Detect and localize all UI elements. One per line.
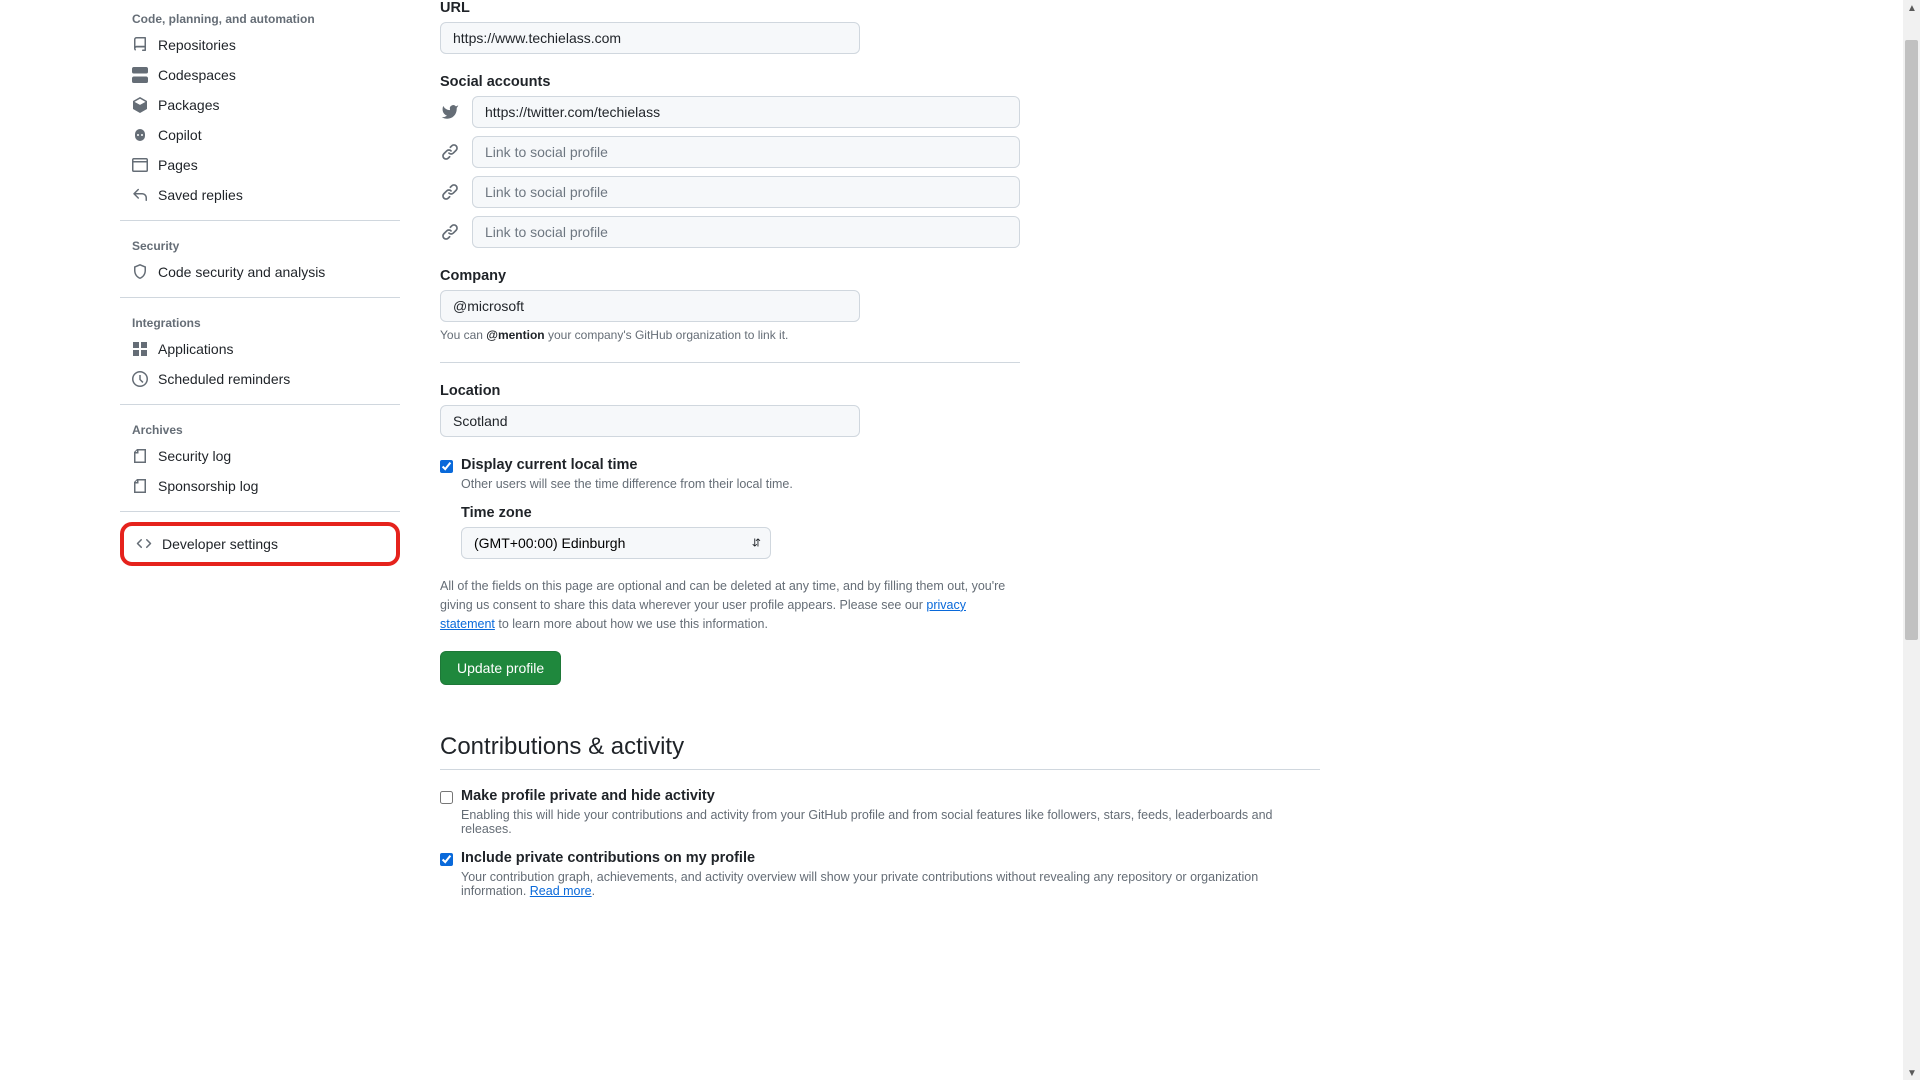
sidebar-item-label: Code security and analysis [158,264,325,280]
timezone-field-group: Time zone (GMT+00:00) Edinburgh ⇵ [461,505,1320,559]
company-field-group: Company You can @mention your company's … [440,268,1320,342]
update-profile-button[interactable]: Update profile [440,651,561,685]
scroll-up-icon[interactable]: ▲ [1907,3,1916,12]
link-icon [440,142,460,162]
url-label: URL [440,0,1320,16]
include-private-label[interactable]: Include private contributions on my prof… [461,850,755,866]
social-field-group: Social accounts [440,74,1320,248]
codespaces-icon [132,67,148,83]
sidebar-item-label: Scheduled reminders [158,371,290,387]
include-private-desc: Your contribution graph, achievements, a… [461,870,1320,898]
sidebar-item-label: Sponsorship log [158,478,258,494]
url-field-group: URL [440,0,1320,54]
company-input[interactable] [440,290,860,322]
sidebar-item-label: Saved replies [158,187,243,203]
social-label: Social accounts [440,74,1320,90]
sidebar-item-pages[interactable]: Pages [120,150,400,180]
include-private-check-row: Include private contributions on my prof… [440,850,1320,866]
sidebar-section-archives: Archives [120,415,400,441]
private-profile-desc: Enabling this will hide your contributio… [461,808,1320,836]
sidebar-item-copilot[interactable]: Copilot [120,120,400,150]
log-icon [132,478,148,494]
sidebar-item-label: Packages [158,97,219,113]
sidebar-divider [120,404,400,405]
repo-icon [132,37,148,53]
localtime-check-label[interactable]: Display current local time [461,457,637,473]
contributions-title: Contributions & activity [440,733,1320,761]
timezone-select[interactable]: (GMT+00:00) Edinburgh [461,527,771,559]
sidebar-item-security-log[interactable]: Security log [120,441,400,471]
package-icon [132,97,148,113]
sidebar-item-label: Security log [158,448,231,464]
sidebar-divider [120,511,400,512]
location-field-group: Location [440,383,1320,437]
sidebar-section-integrations: Integrations [120,308,400,334]
sidebar-item-label: Applications [158,341,234,357]
sidebar-section-security: Security [120,231,400,257]
read-more-link[interactable]: Read more [530,884,592,898]
sidebar-item-label: Codespaces [158,67,236,83]
localtime-check-row: Display current local time [440,457,1320,473]
social-input-2[interactable] [472,136,1020,168]
sidebar-divider [120,297,400,298]
private-profile-label[interactable]: Make profile private and hide activity [461,788,715,804]
settings-sidebar: Code, planning, and automation Repositor… [120,0,400,912]
social-input-4[interactable] [472,216,1020,248]
sidebar-item-code-security[interactable]: Code security and analysis [120,257,400,287]
sidebar-item-packages[interactable]: Packages [120,90,400,120]
highlight-annotation: Developer settings [120,522,400,566]
sidebar-item-developer-settings[interactable]: Developer settings [132,532,388,556]
sidebar-item-label: Developer settings [162,536,278,552]
localtime-desc: Other users will see the time difference… [461,477,1320,491]
sidebar-item-saved-replies[interactable]: Saved replies [120,180,400,210]
private-profile-check-row: Make profile private and hide activity [440,788,1320,804]
include-private-checkbox[interactable] [440,853,453,866]
timezone-label: Time zone [461,505,1320,521]
log-icon [132,448,148,464]
sidebar-item-applications[interactable]: Applications [120,334,400,364]
shield-icon [132,264,148,280]
settings-main: URL Social accounts Company [440,0,1320,912]
sidebar-item-label: Pages [158,157,198,173]
twitter-icon [440,102,460,122]
sidebar-item-sponsorship-log[interactable]: Sponsorship log [120,471,400,501]
scrollbar[interactable]: ▲ ▼ [1903,0,1920,1080]
scroll-down-icon[interactable]: ▼ [1907,1068,1916,1077]
social-input-1[interactable] [472,96,1020,128]
private-profile-checkbox[interactable] [440,791,453,804]
location-label: Location [440,383,1320,399]
link-icon [440,222,460,242]
sidebar-item-repositories[interactable]: Repositories [120,30,400,60]
company-label: Company [440,268,1320,284]
link-icon [440,182,460,202]
sidebar-section-code: Code, planning, and automation [120,4,400,30]
browser-icon [132,157,148,173]
clock-icon [132,371,148,387]
sidebar-item-codespaces[interactable]: Codespaces [120,60,400,90]
location-input[interactable] [440,405,860,437]
apps-icon [132,341,148,357]
section-underline [440,769,1320,770]
copilot-icon [132,127,148,143]
code-icon [136,536,152,552]
sidebar-item-label: Repositories [158,37,236,53]
url-input[interactable] [440,22,860,54]
privacy-note: All of the fields on this page are optio… [440,577,1015,633]
scrollbar-thumb[interactable] [1905,40,1918,640]
sidebar-item-scheduled-reminders[interactable]: Scheduled reminders [120,364,400,394]
reply-icon [132,187,148,203]
company-help: You can @mention your company's GitHub o… [440,328,1320,342]
social-input-3[interactable] [472,176,1020,208]
localtime-checkbox[interactable] [440,460,453,473]
sidebar-item-label: Copilot [158,127,202,143]
divider [440,362,1020,363]
sidebar-divider [120,220,400,221]
